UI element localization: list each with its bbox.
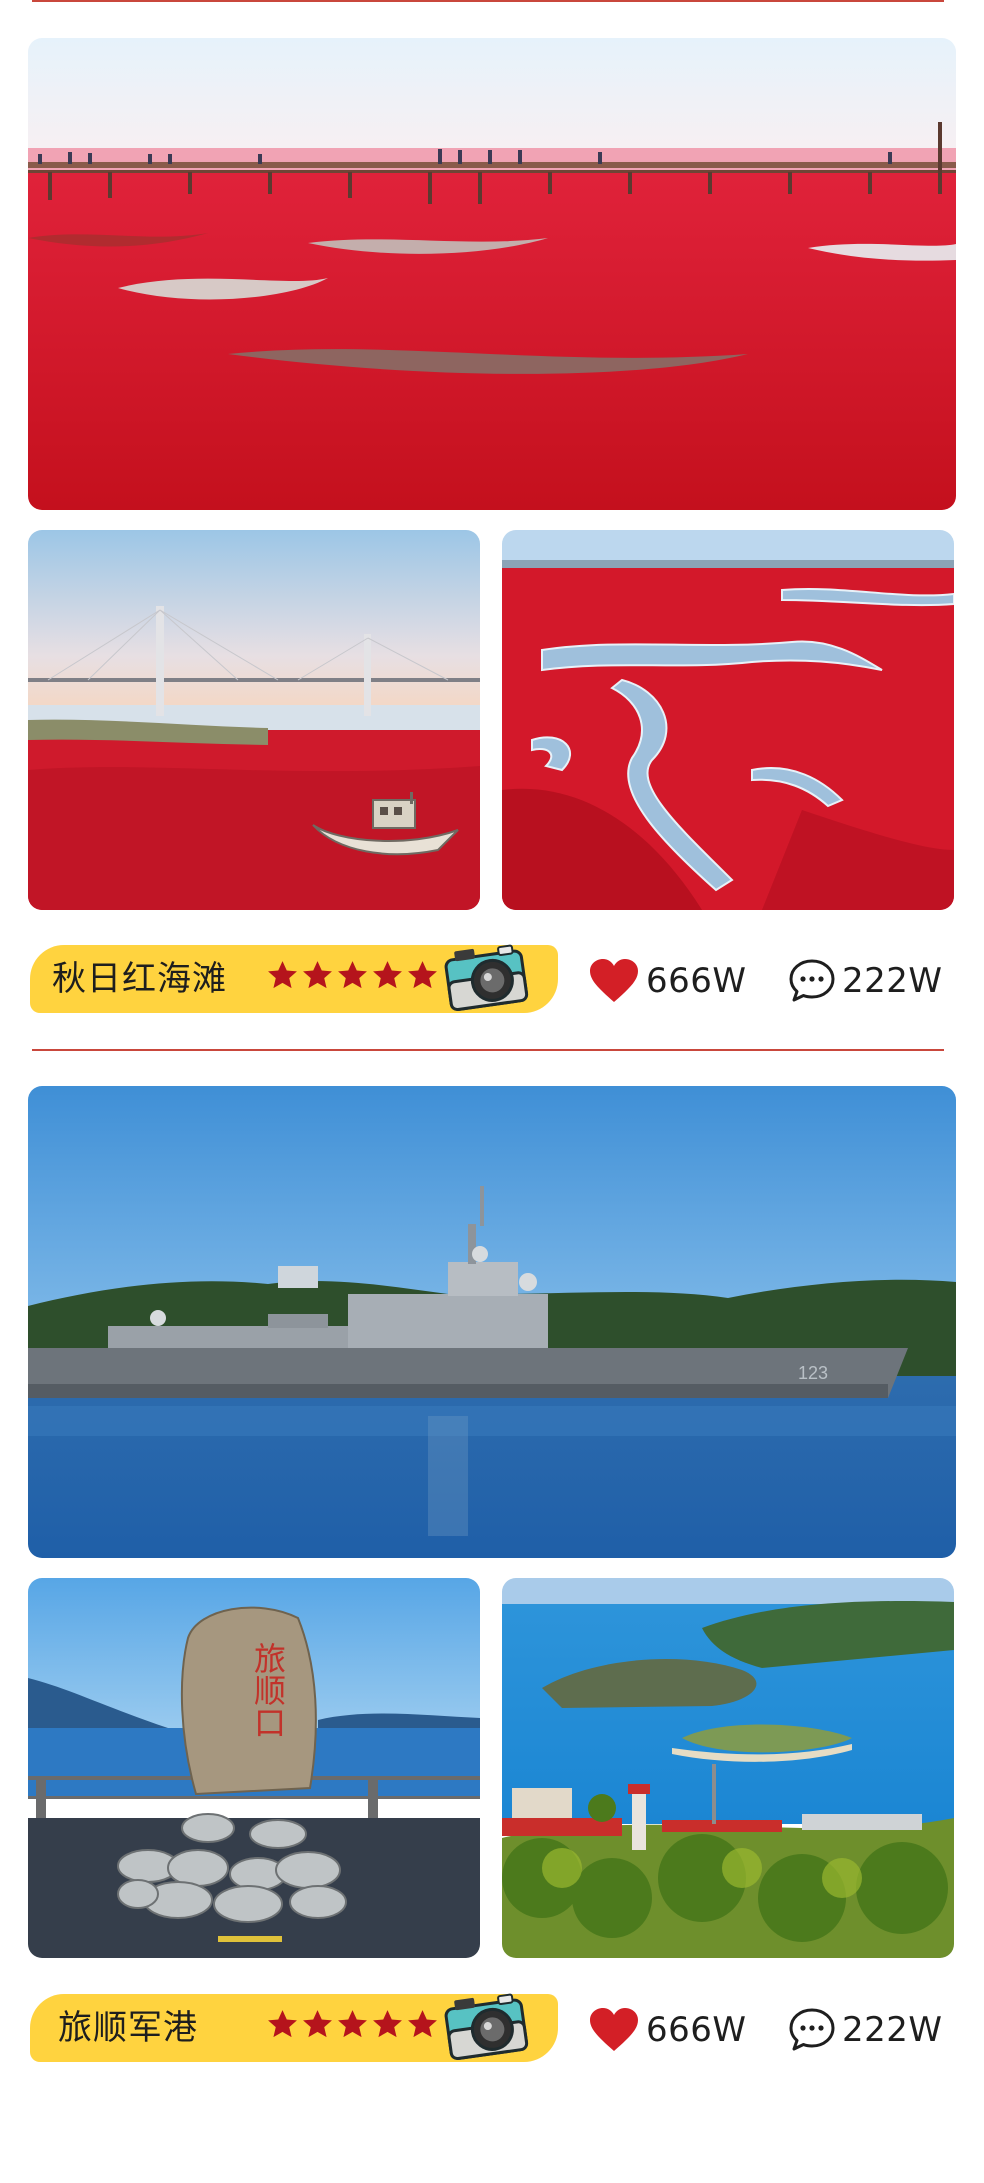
star-icon [303, 2010, 332, 2038]
rating-stars [266, 959, 439, 999]
comment-count[interactable]: 222W [788, 958, 943, 1004]
photo-red-beach-river[interactable] [502, 530, 954, 910]
heart-icon [590, 2008, 638, 2051]
camera-icon [444, 1993, 529, 2061]
like-count[interactable]: 666W [588, 958, 747, 1004]
stone-inscription: 旅顺口 [249, 1642, 287, 1738]
star-icon [303, 961, 332, 989]
star-icon [268, 2010, 297, 2038]
photo-lushunkou-stone[interactable]: 旅顺口 [28, 1578, 480, 1958]
comment-bubble-icon [789, 2008, 835, 2051]
photo-red-beach-boardwalk[interactable] [28, 38, 956, 510]
camera-icon [444, 944, 529, 1012]
comment-number: 222W [842, 2010, 943, 2050]
feed: 秋日红海滩 666W 222W 123 旅顺口 旅顺军港 666W 222W [0, 0, 984, 2183]
photo-red-beach-bridge-boat[interactable] [28, 530, 480, 910]
comment-number: 222W [842, 961, 943, 1001]
post-title: 秋日红海滩 [52, 959, 227, 999]
star-icon [408, 2010, 437, 2038]
caption-bar: 旅顺军港 [30, 1993, 558, 2062]
divider [32, 1049, 944, 1051]
comment-bubble-icon [789, 959, 835, 1002]
ship-number: 123 [798, 1363, 828, 1383]
star-icon [338, 2010, 367, 2038]
like-number: 666W [646, 961, 747, 1001]
caption-bar: 秋日红海滩 [30, 944, 558, 1013]
post-title: 旅顺军港 [58, 2008, 198, 2048]
star-icon [373, 2010, 402, 2038]
rating-stars [266, 2008, 439, 2048]
photo-navy-warship[interactable]: 123 [28, 1086, 956, 1558]
like-number: 666W [646, 2010, 747, 2050]
comment-count[interactable]: 222W [788, 2007, 943, 2053]
star-icon [268, 961, 297, 989]
star-icon [338, 961, 367, 989]
divider [32, 0, 944, 2]
star-icon [373, 961, 402, 989]
star-icon [408, 961, 437, 989]
like-count[interactable]: 666W [588, 2007, 747, 2053]
heart-icon [590, 959, 638, 1002]
photo-coastal-island-view[interactable] [502, 1578, 954, 1958]
